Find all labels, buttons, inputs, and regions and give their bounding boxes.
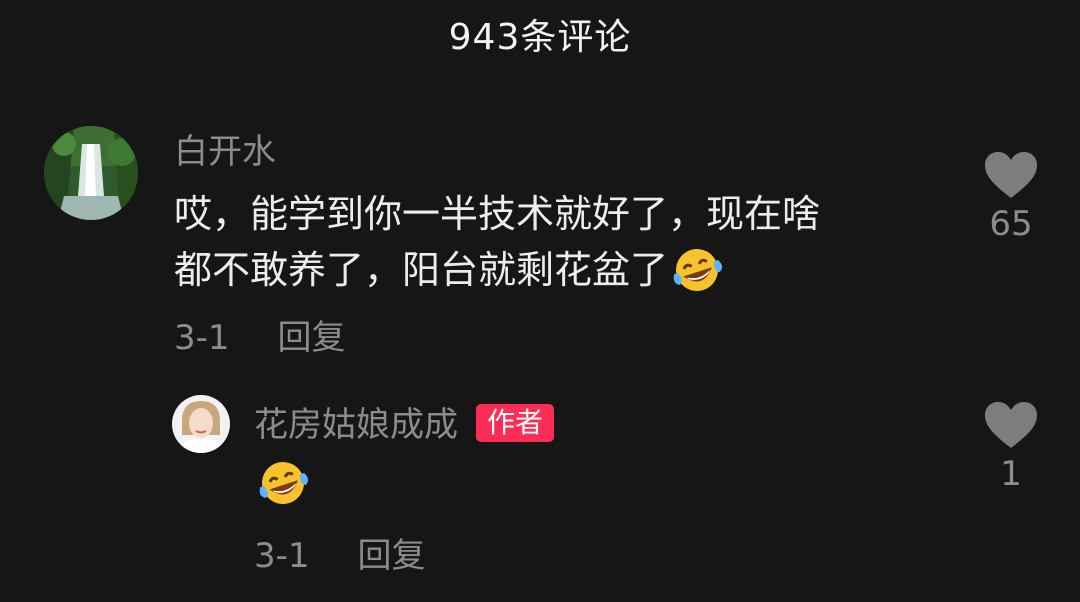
reply-button[interactable]: 回复 xyxy=(358,536,426,576)
tears-of-joy-emoji-icon xyxy=(668,245,726,310)
comment-text: 哎，能学到你一半技术就好了，现在啥 都不敢养了，阳台就剩花盆了 xyxy=(174,186,934,310)
comment-username[interactable]: 白开水 xyxy=(174,132,276,172)
author-badge: 作者 xyxy=(476,404,555,442)
reply-button[interactable]: 回复 xyxy=(278,318,346,358)
like-button[interactable]: 1 xyxy=(976,400,1046,494)
comments-count-title: 943条评论 xyxy=(448,17,632,58)
like-button[interactable]: 65 xyxy=(976,150,1046,244)
comment-text-line: 都不敢养了，阳台就剩花盆了 xyxy=(174,248,669,292)
comment-meta: 3-1 回复 xyxy=(174,318,346,358)
tears-of-joy-emoji-icon xyxy=(254,458,312,512)
comment-text-line-2: 都不敢养了，阳台就剩花盆了 xyxy=(174,242,934,310)
comment-text-line: 哎，能学到你一半技术就好了，现在啥 xyxy=(174,192,821,236)
avatar[interactable] xyxy=(44,126,138,220)
woman-portrait-avatar-image xyxy=(172,395,230,453)
waterfall-avatar-image xyxy=(44,126,138,220)
reply-date: 3-1 xyxy=(254,536,310,576)
reply-meta: 3-1 回复 xyxy=(254,536,426,576)
heart-icon xyxy=(985,152,1037,198)
like-count: 65 xyxy=(989,204,1033,244)
heart-icon xyxy=(985,402,1037,448)
reply-username: 花房姑娘成成 作者 xyxy=(254,404,555,445)
comment-date: 3-1 xyxy=(174,318,230,358)
reply-username-text[interactable]: 花房姑娘成成 xyxy=(254,405,458,445)
like-count: 1 xyxy=(1000,454,1022,494)
avatar[interactable] xyxy=(172,395,230,453)
